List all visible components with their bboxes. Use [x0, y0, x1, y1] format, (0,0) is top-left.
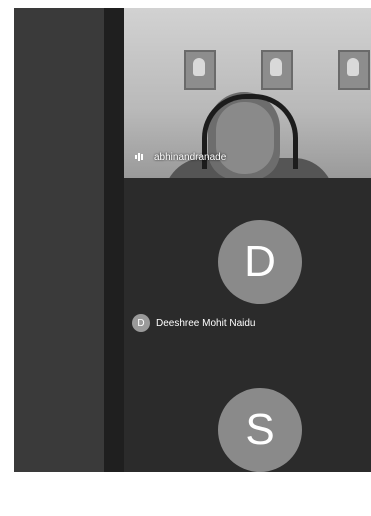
wall-photo: [338, 50, 370, 90]
participant-name-label: D Deeshree Mohit Naidu: [132, 314, 256, 332]
participant-tile[interactable]: S: [124, 376, 371, 516]
wall-photo: [261, 50, 293, 90]
avatar: D: [218, 220, 302, 304]
side-panel: [14, 8, 104, 472]
participant-tile[interactable]: D D Deeshree Mohit Naidu: [124, 208, 371, 348]
avatar-initial: D: [244, 237, 276, 286]
small-avatar-initial: D: [137, 317, 145, 329]
mic-icon: [135, 153, 143, 161]
video-participant-name: abhinandranade: [154, 151, 227, 163]
video-tile[interactable]: abhinandranade: [124, 8, 371, 178]
participants-panel: abhinandranade D D Deeshree Mohit Naidu …: [124, 8, 371, 472]
wall-photo: [184, 50, 216, 90]
small-avatar: D: [132, 314, 150, 332]
video-name-label: abhinandranade: [134, 151, 226, 163]
avatar: S: [218, 388, 302, 472]
participant-name: Deeshree Mohit Naidu: [156, 317, 256, 329]
panel-divider: [104, 8, 124, 472]
meeting-window: abhinandranade D D Deeshree Mohit Naidu …: [0, 0, 371, 472]
avatar-initial: S: [245, 405, 275, 454]
